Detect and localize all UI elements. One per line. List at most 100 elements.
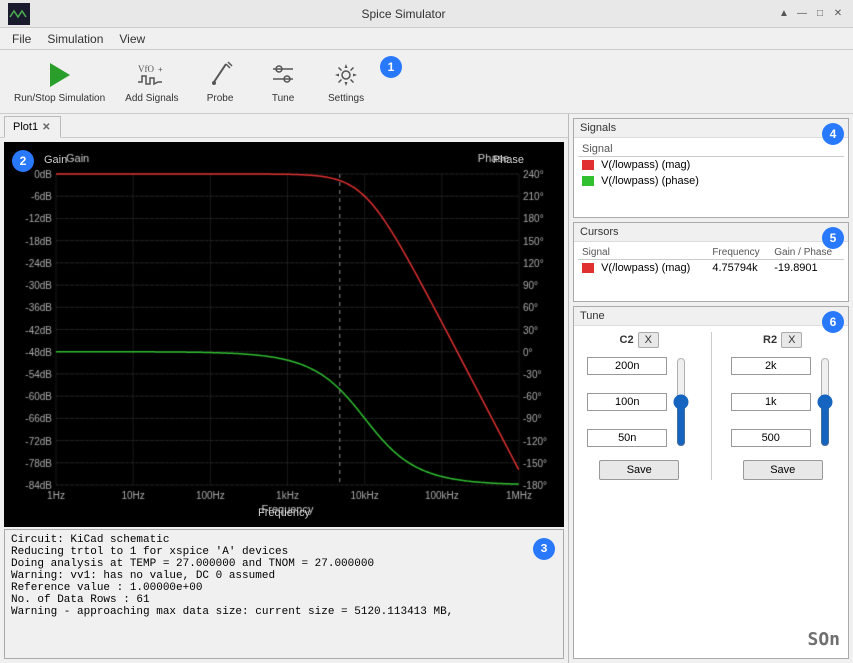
tune-r2-x-btn[interactable]: X xyxy=(781,332,802,348)
minimize-btn[interactable]: ▲ xyxy=(777,7,791,21)
title-bar: Spice Simulator ▲ — □ ✕ xyxy=(0,0,853,28)
console-line-1: Reducing trtol to 1 for xspice 'A' devic… xyxy=(11,546,557,558)
tune-r2-val-0: 2k xyxy=(731,357,811,375)
plot-area: 2 Gain Phase Frequency xyxy=(4,142,564,527)
tune-r2-label: R2 xyxy=(763,334,777,346)
tune-c2-val-2: 50n xyxy=(587,429,667,447)
left-panel: Plot1 ✕ 2 Gain Phase Frequency Circuit: … xyxy=(0,114,568,663)
signals-title: Signals xyxy=(574,119,848,138)
signal-row-1: V(/lowpass) (phase) xyxy=(578,173,844,189)
signal-cell-1: V(/lowpass) (phase) xyxy=(578,173,844,189)
cursor-color-0 xyxy=(582,263,594,273)
tune-c2-slider-group: 200n 100n 50n xyxy=(587,352,691,452)
signal-col-header: Signal xyxy=(578,142,844,157)
tune-c2-x-btn[interactable]: X xyxy=(638,332,659,348)
tune-r2-slider[interactable] xyxy=(815,357,835,447)
tune-c2-val-1: 100n xyxy=(587,393,667,411)
waveform-icon: VfO + xyxy=(136,59,168,91)
tune-col-c2: C2 X 200n 100n 50n Save xyxy=(580,332,699,480)
menu-bar: File Simulation View xyxy=(0,28,853,50)
signals-section: Signals Signal V(/lowpass) (mag) xyxy=(573,118,849,218)
console-line-3: Warning: vv1: has no value, DC 0 assumed xyxy=(11,570,557,582)
probe-icon xyxy=(204,59,236,91)
tab-close-icon[interactable]: ✕ xyxy=(42,122,50,133)
probe-button[interactable]: Probe xyxy=(193,55,248,108)
console-line-4: Reference value : 1.00000e+00 xyxy=(11,582,557,594)
play-icon xyxy=(44,59,76,91)
signal-cell-0: V(/lowpass) (mag) xyxy=(578,157,844,174)
minimize-btn2[interactable]: — xyxy=(795,7,809,21)
console-line-0: Circuit: KiCad schematic xyxy=(11,534,557,546)
settings-button[interactable]: Settings xyxy=(319,55,374,108)
badge-tune: 6 xyxy=(822,311,844,333)
svg-text:+: + xyxy=(158,65,163,74)
badge-cursors: 5 xyxy=(822,227,844,249)
badge-console: 3 xyxy=(533,538,555,560)
console-line-5: No. of Data Rows : 61 xyxy=(11,594,557,606)
signals-table: Signal V(/lowpass) (mag) V(/lowpass) (ph… xyxy=(578,142,844,189)
tune-c2-label: C2 xyxy=(620,334,634,346)
signal-label-1: V(/lowpass) (phase) xyxy=(601,175,699,187)
window-title: Spice Simulator xyxy=(30,7,777,21)
tune-c2-header: C2 X xyxy=(580,332,699,348)
console-line-2: Doing analysis at TEMP = 27.000000 and T… xyxy=(11,558,557,570)
tune-label: Tune xyxy=(272,93,294,104)
tune-r2-val-1: 1k xyxy=(731,393,811,411)
tune-c2-save-btn[interactable]: Save xyxy=(599,460,679,480)
tune-c2-values: 200n 100n 50n xyxy=(587,357,667,447)
add-signals-button[interactable]: VfO + Add Signals xyxy=(119,55,184,108)
plot-canvas xyxy=(4,142,564,527)
tab-plot1[interactable]: Plot1 ✕ xyxy=(4,116,61,138)
cursor-signal-0: V(/lowpass) (mag) xyxy=(578,260,708,277)
gain-label: Gain xyxy=(44,154,67,166)
tune-r2-val-2: 500 xyxy=(731,429,811,447)
tune-r2-slider-group: 2k 1k 500 xyxy=(731,352,835,452)
signal-color-1 xyxy=(582,176,594,186)
tune-icon xyxy=(267,59,299,91)
tune-c2-slider[interactable] xyxy=(671,357,691,447)
settings-label: Settings xyxy=(328,93,364,104)
console-area[interactable]: Circuit: KiCad schematic Reducing trtol … xyxy=(4,529,564,659)
badge-signals: 4 xyxy=(822,123,844,145)
menu-file[interactable]: File xyxy=(4,31,39,47)
tune-button[interactable]: Tune xyxy=(256,55,311,108)
cursor-row-0: V(/lowpass) (mag) 4.75794k -19.8901 xyxy=(578,260,844,277)
freq-label: Frequency xyxy=(258,507,310,519)
main-content: Plot1 ✕ 2 Gain Phase Frequency Circuit: … xyxy=(0,114,853,663)
badge-plot: 2 xyxy=(12,150,34,172)
maximize-btn[interactable]: □ xyxy=(813,7,827,21)
right-panel: Signals Signal V(/lowpass) (mag) xyxy=(568,114,853,663)
tune-col-r2: R2 X 2k 1k 500 Save xyxy=(724,332,843,480)
cursors-title: Cursors xyxy=(574,223,848,242)
tab-bar: Plot1 ✕ xyxy=(0,114,568,138)
tune-columns: C2 X 200n 100n 50n Save xyxy=(580,332,842,480)
tune-r2-values: 2k 1k 500 xyxy=(731,357,811,447)
son-label: SOn xyxy=(807,629,840,650)
tab-plot1-label: Plot1 xyxy=(13,121,38,133)
gear-icon xyxy=(330,59,362,91)
app-logo xyxy=(8,3,30,25)
console-line-6: Warning - approaching max data size: cur… xyxy=(11,606,557,618)
tune-c2-val-0: 200n xyxy=(587,357,667,375)
tune-title: Tune xyxy=(574,307,848,326)
add-signals-label: Add Signals xyxy=(125,93,178,104)
menu-simulation[interactable]: Simulation xyxy=(39,31,111,47)
tune-section: Tune 6 C2 X 200n 100n 5 xyxy=(573,306,849,659)
phase-label: Phase xyxy=(493,154,524,166)
toolbar: Run/Stop Simulation VfO + Add Signals Pr… xyxy=(0,50,853,114)
tune-r2-save-btn[interactable]: Save xyxy=(743,460,823,480)
close-btn[interactable]: ✕ xyxy=(831,7,845,21)
cursor-gp-0: -19.8901 xyxy=(770,260,844,277)
tune-r2-slider-wrap xyxy=(815,352,835,452)
run-stop-button[interactable]: Run/Stop Simulation xyxy=(8,55,111,108)
run-stop-label: Run/Stop Simulation xyxy=(14,93,105,104)
signal-color-0 xyxy=(582,160,594,170)
cursors-table: Signal Frequency Gain / Phase V(/lowpass… xyxy=(578,246,844,276)
signal-row-0: V(/lowpass) (mag) xyxy=(578,157,844,174)
cursor-col-0: Signal xyxy=(578,246,708,260)
tune-r2-header: R2 X xyxy=(724,332,843,348)
cursor-freq-0: 4.75794k xyxy=(708,260,770,277)
menu-view[interactable]: View xyxy=(111,31,153,47)
svg-text:VfO: VfO xyxy=(138,64,154,74)
window-controls[interactable]: ▲ — □ ✕ xyxy=(777,7,845,21)
